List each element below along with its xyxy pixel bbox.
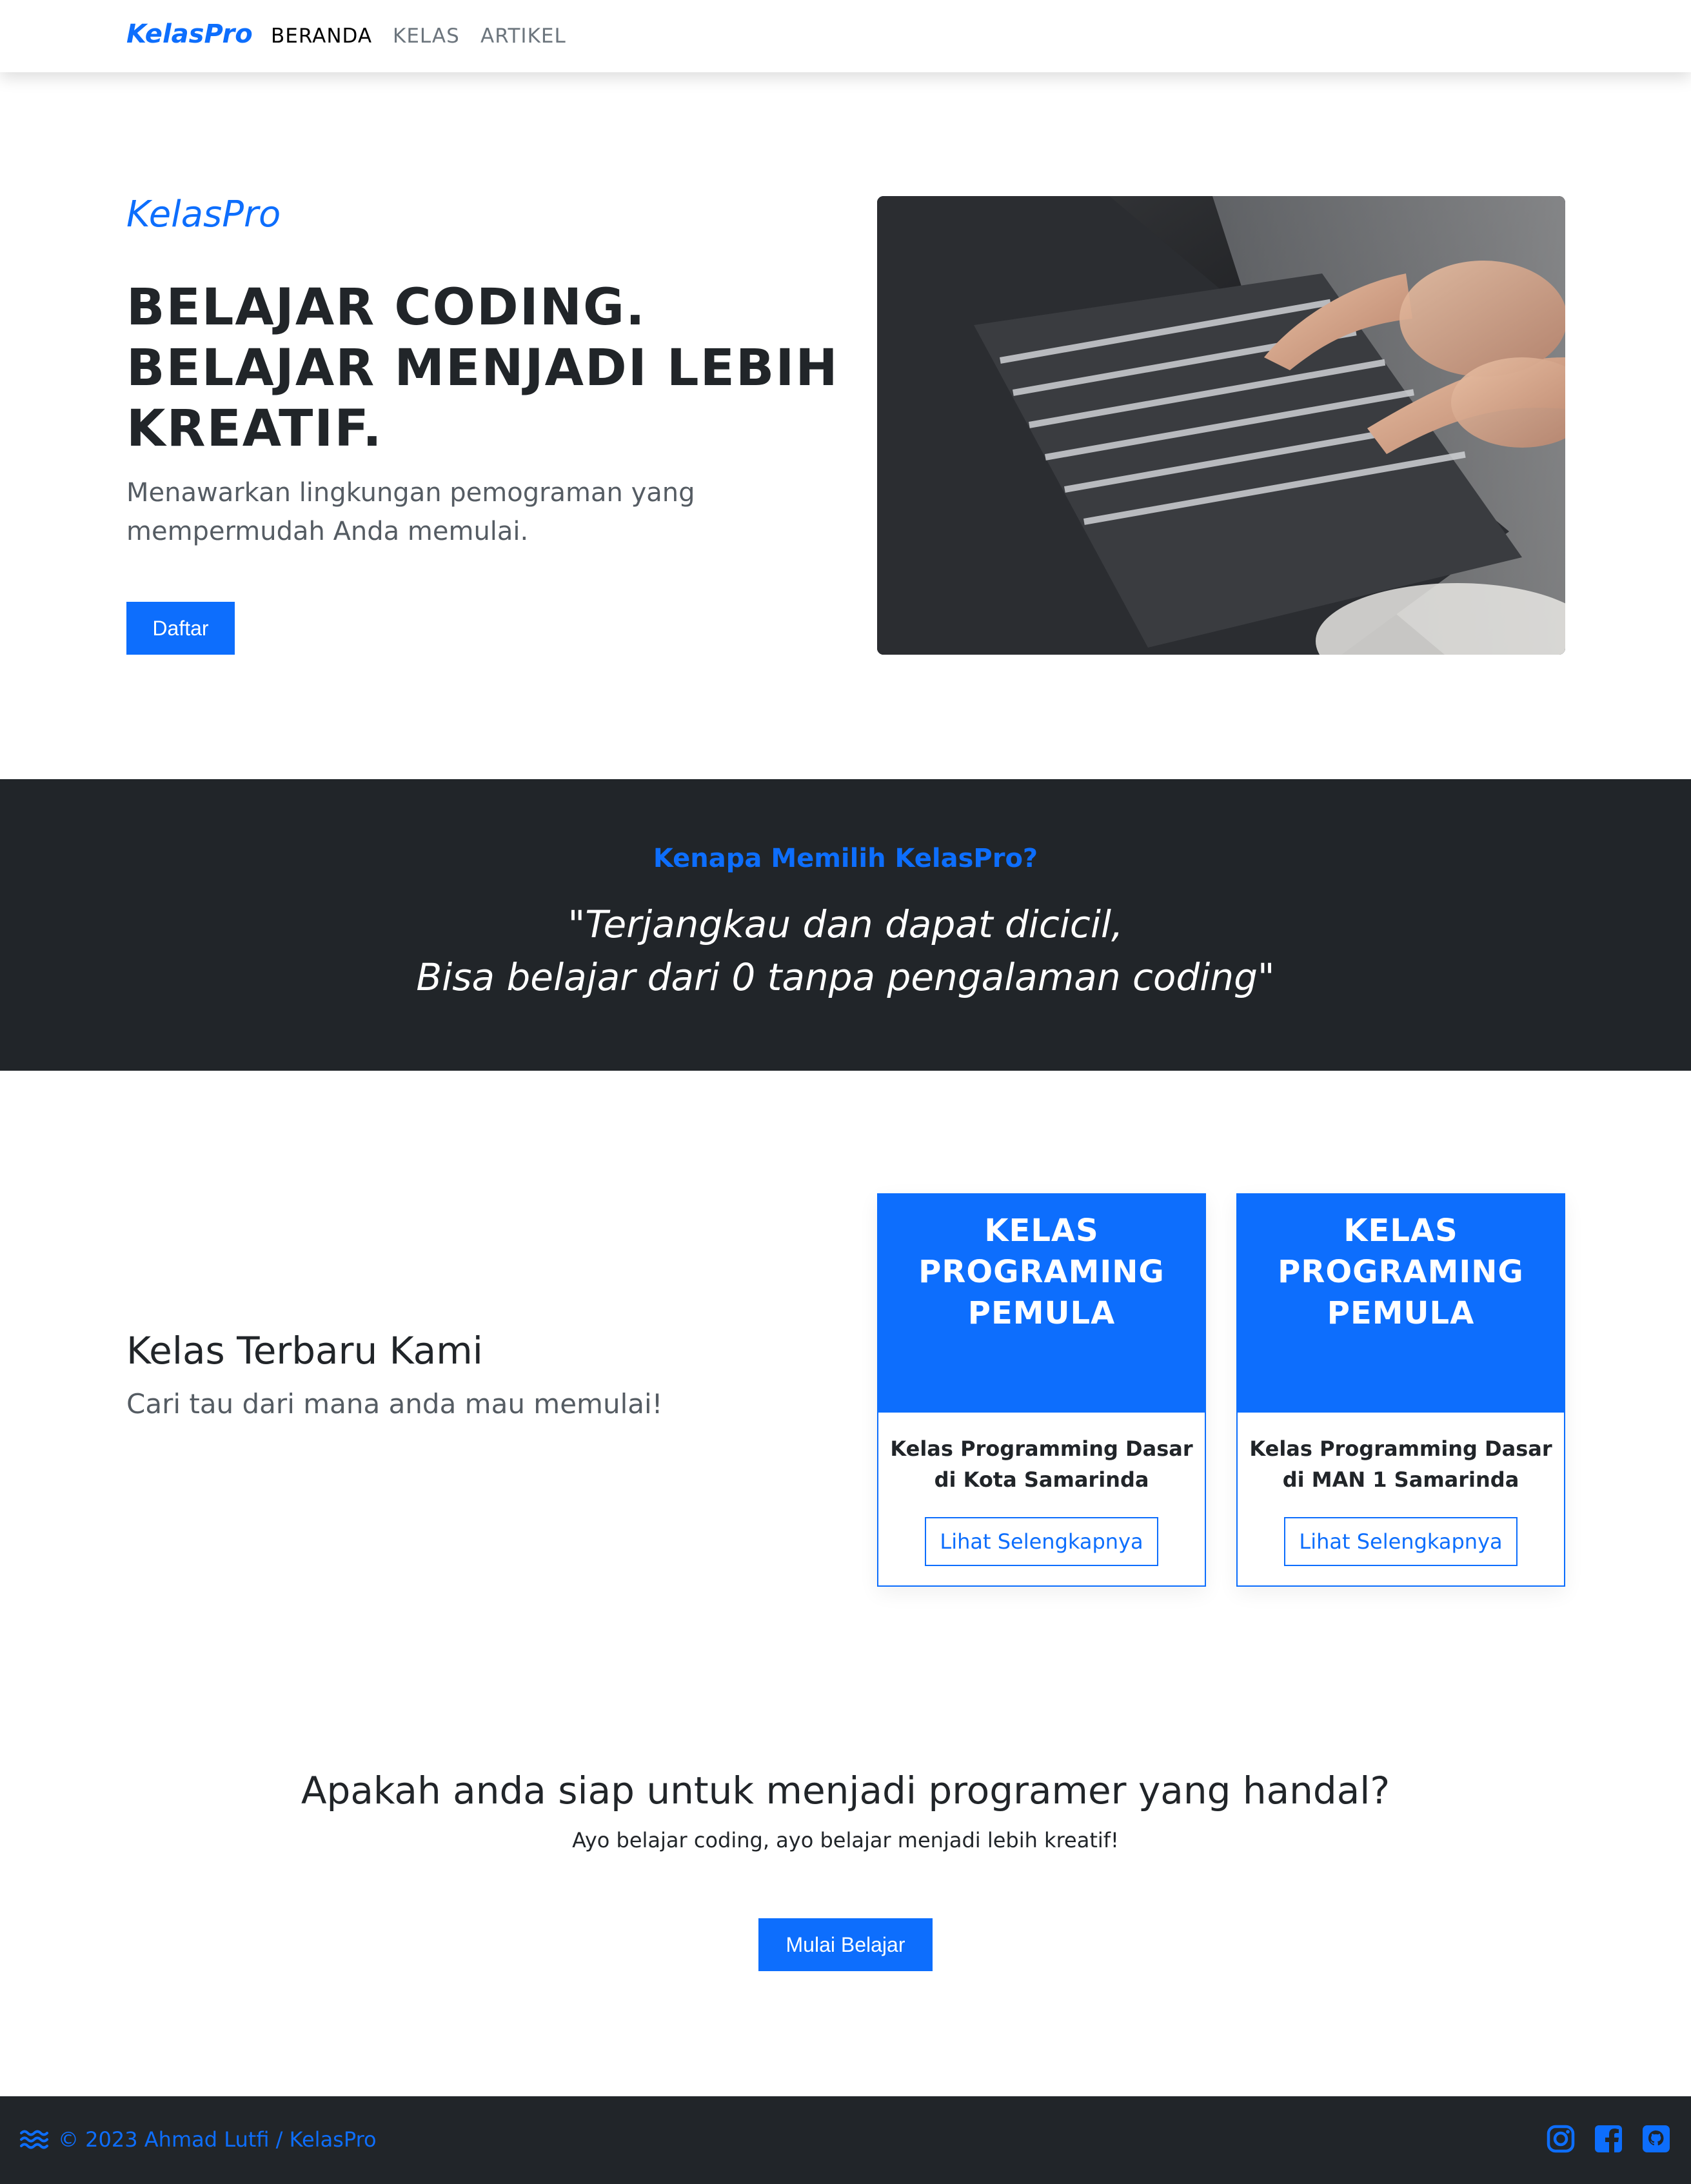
classes-title: Kelas Terbaru Kami bbox=[126, 1329, 483, 1373]
footer: © 2023 Ahmad Lutfi / KelasPro bbox=[0, 2096, 1691, 2184]
class-card: KELAS PROGRAMING PEMULA Kelas Programmin… bbox=[1236, 1193, 1565, 1587]
why-quote-line: "Terjangkau dan dapat dicicil, bbox=[568, 902, 1123, 946]
why-quote: "Terjangkau dan dapat dicicil, Bisa bela… bbox=[0, 898, 1691, 1004]
footer-copyright: © 2023 Ahmad Lutfi / KelasPro bbox=[58, 2127, 377, 2152]
classes-subtitle: Cari tau dari mana anda mau memulai! bbox=[126, 1388, 663, 1420]
hero-subtitle: Menawarkan lingkungan pemograman yang me… bbox=[126, 478, 695, 546]
class-card-title-line: KELAS bbox=[1343, 1213, 1458, 1249]
nav-link-beranda[interactable]: BERANDA bbox=[271, 25, 372, 48]
view-more-button[interactable]: Lihat Selengkapnya bbox=[1284, 1517, 1518, 1566]
cta-subtitle: Ayo belajar coding, ayo belajar menjadi … bbox=[572, 1828, 1119, 1852]
github-icon[interactable] bbox=[1641, 2123, 1672, 2154]
class-card-title-line: KELAS bbox=[984, 1213, 1099, 1249]
class-card-desc-line: Kelas Programming Dasar bbox=[1249, 1436, 1552, 1461]
class-card-header: KELAS PROGRAMING PEMULA bbox=[1238, 1195, 1564, 1413]
class-card-title-line: PEMULA bbox=[967, 1295, 1116, 1331]
why-section: Kenapa Memilih KelasPro? "Terjangkau dan… bbox=[0, 779, 1691, 1071]
view-more-button[interactable]: Lihat Selengkapnya bbox=[925, 1517, 1158, 1566]
social-links bbox=[1545, 2123, 1672, 2154]
nav-brand[interactable]: KelasPro bbox=[126, 19, 253, 49]
footer-copyright-block: © 2023 Ahmad Lutfi / KelasPro bbox=[19, 2127, 377, 2152]
hero-brand: KelasPro bbox=[126, 194, 281, 235]
class-card-desc-line: di Kota Samarinda bbox=[934, 1467, 1149, 1492]
hero-title: BELAJAR CODING. BELAJAR MENJADI LEBIH KR… bbox=[126, 277, 868, 459]
hero-title-line: BELAJAR MENJADI LEBIH bbox=[126, 339, 839, 397]
class-card-desc-line: di MAN 1 Samarinda bbox=[1282, 1467, 1519, 1492]
class-card-title-line: PROGRAMING bbox=[918, 1254, 1165, 1290]
hero-title-line: KREATIF. bbox=[126, 400, 383, 458]
class-card-title-line: PROGRAMING bbox=[1278, 1254, 1524, 1290]
class-card-desc-line: Kelas Programming Dasar bbox=[890, 1436, 1193, 1461]
hero-title-line: BELAJAR CODING. bbox=[126, 279, 646, 337]
class-card-description: Kelas Programming Dasar di MAN 1 Samarin… bbox=[1238, 1433, 1564, 1495]
register-button[interactable]: Daftar bbox=[126, 602, 235, 655]
start-learning-button[interactable]: Mulai Belajar bbox=[758, 1918, 933, 1971]
why-heading: Kenapa Memilih KelasPro? bbox=[653, 844, 1038, 873]
cta-title: Apakah anda siap untuk menjadi programer… bbox=[301, 1769, 1390, 1812]
hero-image bbox=[877, 196, 1565, 655]
class-card-title-line: PEMULA bbox=[1327, 1295, 1475, 1331]
class-card-description: Kelas Programming Dasar di Kota Samarind… bbox=[878, 1433, 1205, 1495]
why-quote-line: Bisa belajar dari 0 tanpa pengalaman cod… bbox=[416, 955, 1275, 999]
waves-icon bbox=[20, 2130, 48, 2149]
nav-link-artikel[interactable]: ARTIKEL bbox=[480, 25, 566, 48]
nav-link-kelas[interactable]: KELAS bbox=[393, 25, 460, 48]
class-card-header: KELAS PROGRAMING PEMULA bbox=[878, 1195, 1205, 1413]
navbar: KelasPro BERANDA KELAS ARTIKEL bbox=[0, 0, 1691, 72]
facebook-icon[interactable] bbox=[1593, 2123, 1624, 2154]
instagram-icon[interactable] bbox=[1545, 2123, 1576, 2154]
laptop-typing-illustration bbox=[877, 196, 1565, 655]
class-card: KELAS PROGRAMING PEMULA Kelas Programmin… bbox=[877, 1193, 1206, 1587]
